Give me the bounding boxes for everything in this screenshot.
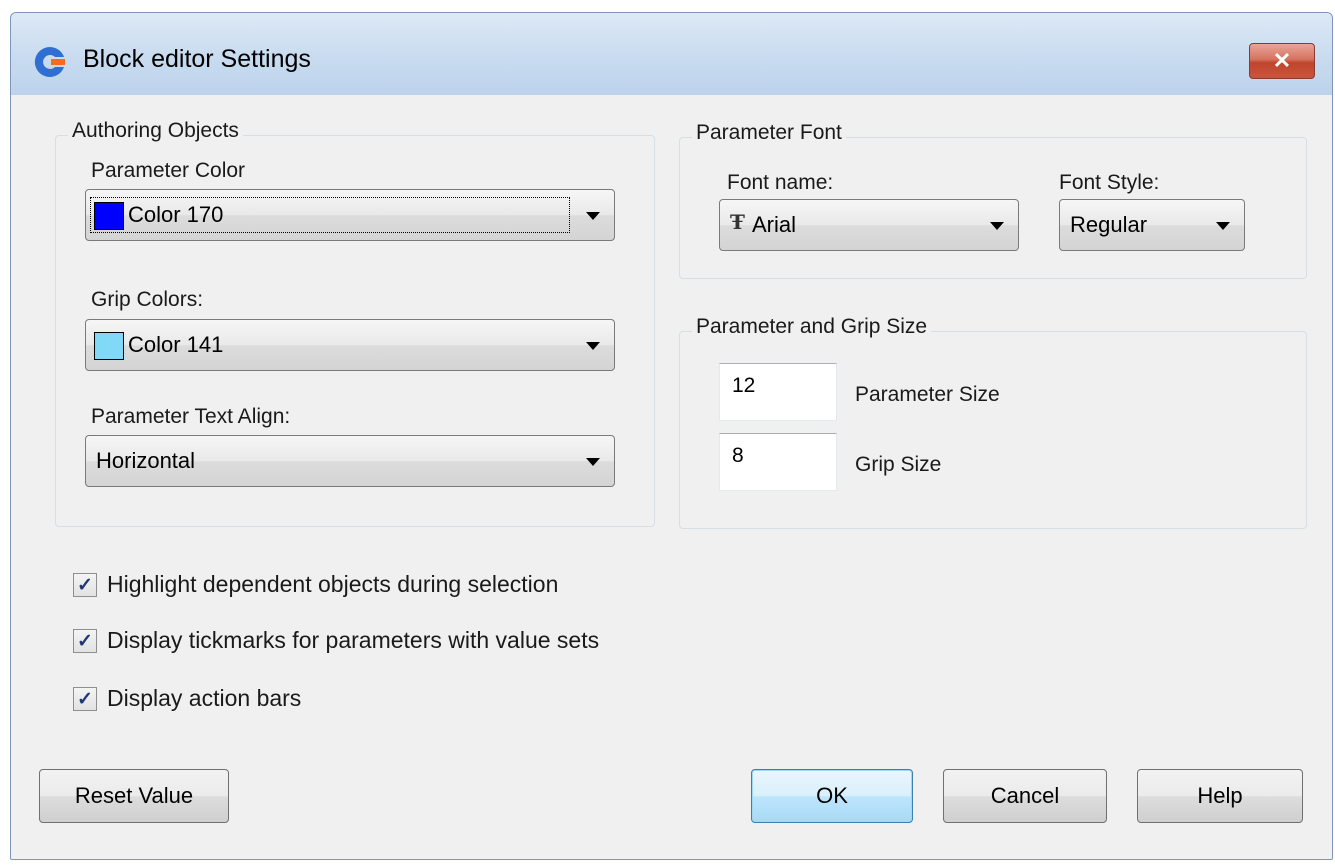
font-name-label: Font name: [727, 171, 834, 194]
font-style-value: Regular [1070, 212, 1148, 237]
chevron-down-icon [586, 212, 600, 220]
app-logo-icon [34, 46, 65, 77]
close-button[interactable]: ✕ [1249, 43, 1315, 79]
grip-size-input[interactable]: 8 [719, 433, 837, 491]
parameter-color-value: Color 170 [128, 202, 224, 227]
chevron-down-icon [990, 222, 1004, 230]
grip-size-value: 8 [732, 444, 744, 467]
dialog-window: Block editor Settings ✕ Authoring Object… [10, 12, 1333, 860]
text-align-select[interactable]: Horizontal [85, 435, 615, 487]
title-bar[interactable]: Block editor Settings ✕ [11, 13, 1332, 95]
parameter-size-input[interactable]: 12 [719, 363, 837, 421]
checkbox-highlight-dependent[interactable]: ✓ [73, 573, 97, 597]
text-align-label: Parameter Text Align: [91, 405, 291, 428]
parameter-color-swatch [94, 202, 124, 230]
checkmark-icon: ✓ [77, 574, 93, 596]
param-grip-size-title: Parameter and Grip Size [692, 315, 932, 339]
grip-colors-label: Grip Colors: [91, 288, 204, 311]
parameter-color-label: Parameter Color [91, 159, 246, 182]
authoring-objects-title: Authoring Objects [68, 119, 243, 143]
ok-button[interactable]: OK [751, 769, 913, 823]
option-label: Highlight dependent objects during selec… [107, 571, 559, 597]
chevron-down-icon [586, 458, 600, 466]
parameter-size-label: Parameter Size [855, 383, 1000, 406]
close-icon: ✕ [1272, 48, 1292, 73]
option-label: Display tickmarks for parameters with va… [107, 627, 600, 653]
chevron-down-icon [1216, 222, 1230, 230]
grip-colors-value: Color 141 [128, 332, 224, 357]
checkbox-display-action-bars[interactable]: ✓ [73, 687, 97, 711]
checkmark-icon: ✓ [77, 630, 93, 652]
font-name-select[interactable]: Ŧ Arial [719, 199, 1019, 251]
reset-value-button[interactable]: Reset Value [39, 769, 229, 823]
window-title: Block editor Settings [83, 45, 311, 73]
font-name-value: Arial [752, 212, 797, 237]
grip-colors-select[interactable]: Color 141 [85, 319, 615, 371]
grip-colors-swatch [94, 332, 124, 360]
cancel-button[interactable]: Cancel [943, 769, 1107, 823]
parameter-size-value: 12 [732, 374, 756, 397]
option-label: Display action bars [107, 685, 302, 711]
checkbox-display-tickmarks[interactable]: ✓ [73, 629, 97, 653]
grip-size-label: Grip Size [855, 453, 942, 476]
dialog-body: Authoring Objects Parameter Color Color … [17, 95, 1326, 853]
chevron-down-icon [586, 342, 600, 350]
parameter-font-title: Parameter Font [692, 121, 846, 145]
text-align-value: Horizontal [96, 448, 196, 473]
font-style-label: Font Style: [1059, 171, 1160, 194]
font-style-select[interactable]: Regular [1059, 199, 1245, 251]
parameter-color-select[interactable]: Color 170 [85, 189, 615, 241]
param-grip-size-group: Parameter and Grip Size [679, 315, 1307, 529]
checkmark-icon: ✓ [77, 688, 93, 710]
help-button[interactable]: Help [1137, 769, 1303, 823]
truetype-font-icon: Ŧ [730, 210, 745, 234]
